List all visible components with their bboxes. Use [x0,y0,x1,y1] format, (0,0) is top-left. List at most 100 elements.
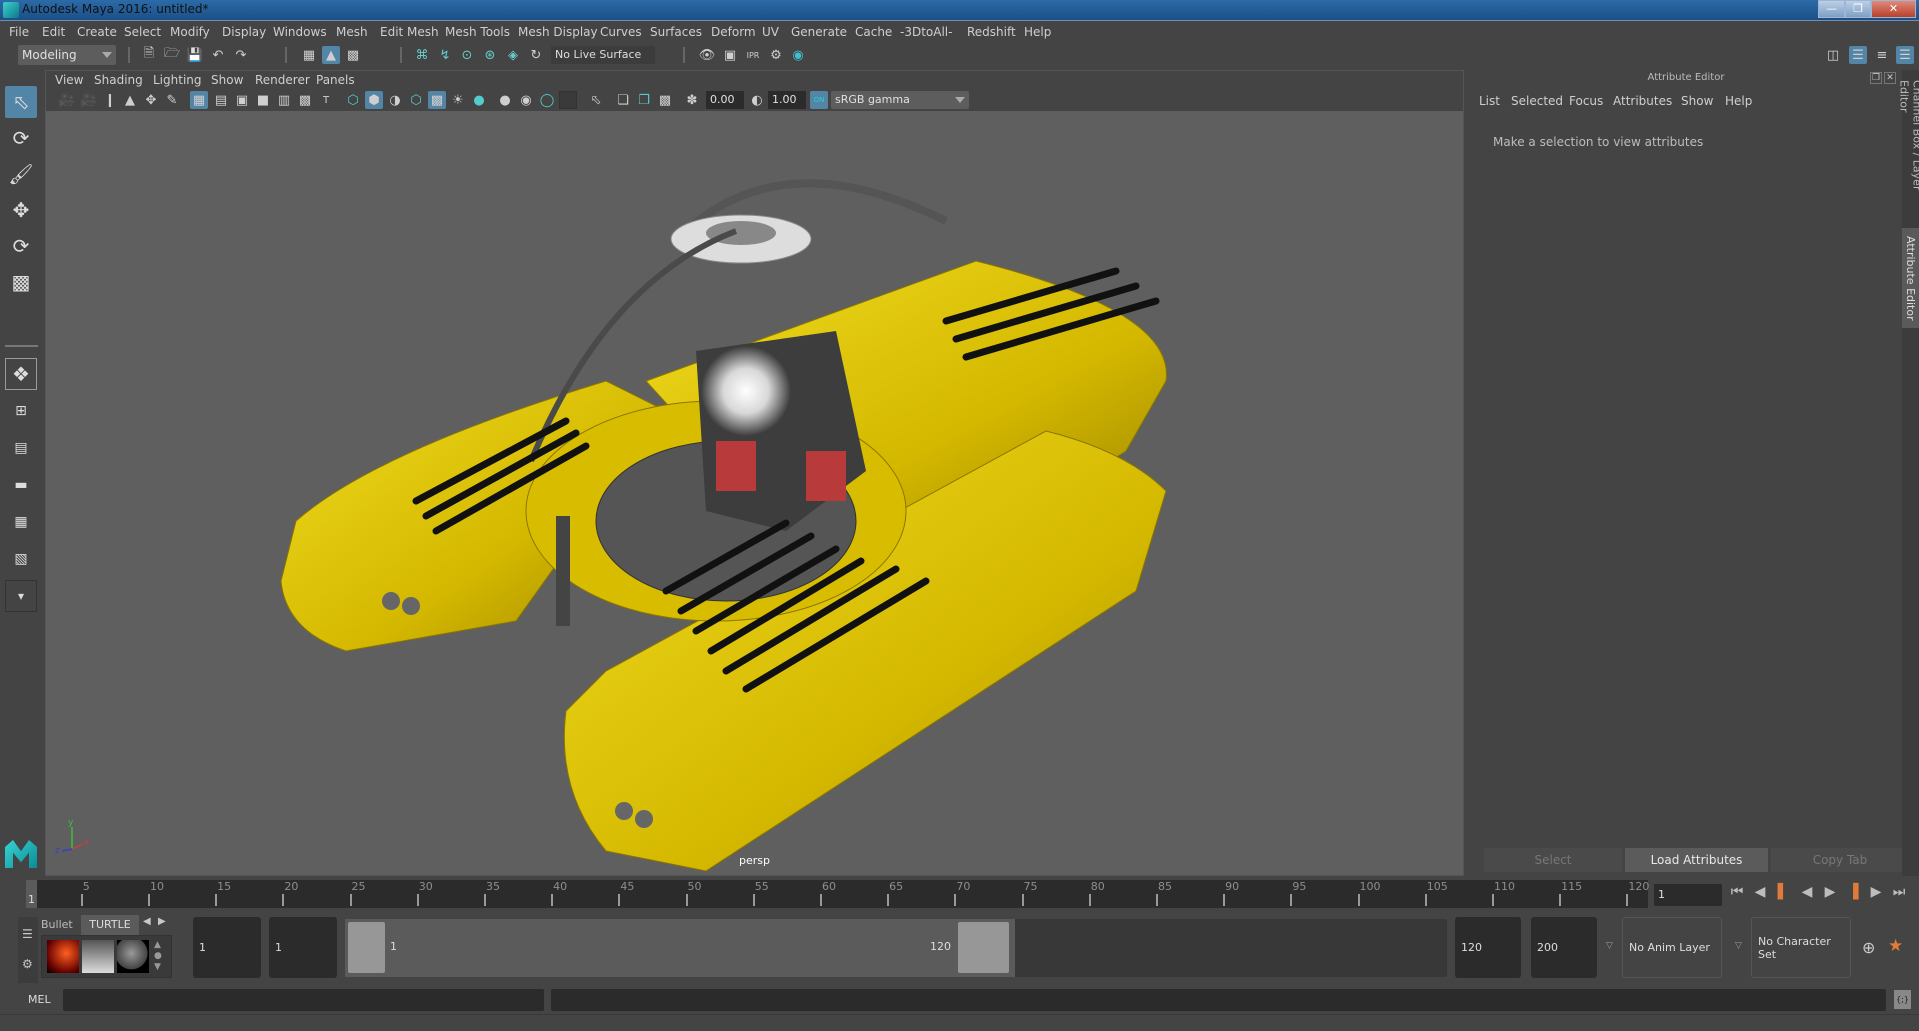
menu-help[interactable]: Help [1024,25,1051,39]
textured-icon[interactable]: ▩ [428,91,446,109]
load-attributes-button[interactable]: Load Attributes [1625,848,1768,872]
tab-channel-box[interactable]: Channel Box / Layer Editor [1898,80,1919,220]
ae-menu-show[interactable]: Show [1681,94,1713,108]
playback-start-field[interactable]: 1 [269,917,337,978]
float-panel-icon[interactable]: ❐ [1870,72,1882,84]
select-by-component-icon[interactable]: ▩ [344,46,362,64]
move-tool-icon[interactable]: ✥ [5,194,37,226]
play-forwards-button[interactable]: ▶ [1822,884,1838,900]
live-surface-field[interactable]: No Live Surface [551,46,655,64]
restore-button[interactable]: ❐ [1845,0,1871,18]
grid-icon[interactable]: ▦ [190,91,208,109]
character-set-selector[interactable]: No Character Set [1751,917,1851,978]
command-language-label[interactable]: MEL [28,993,51,1006]
motion-blur-icon[interactable]: ◉ [517,91,535,109]
depth-of-field-icon[interactable] [559,91,577,109]
snap-curve-icon[interactable]: ↯ [436,46,454,64]
shelf-tab-bullet[interactable]: Bullet [41,915,81,935]
hypershade-persp-layout-icon[interactable]: ▦ [5,506,37,538]
shelf-settings-gear-icon[interactable]: ⚙ [22,957,33,971]
menu-edit[interactable]: Edit [42,25,65,39]
close-button[interactable]: ✕ [1871,0,1916,18]
copy-tab-button[interactable]: Copy Tab [1771,848,1909,872]
xray-joints-icon[interactable]: ❐ [635,91,653,109]
menu-generate[interactable]: Generate [791,25,847,39]
menu-curves[interactable]: Curves [600,25,642,39]
range-start-handle[interactable] [348,922,385,973]
snap-point-icon[interactable]: ⊙ [458,46,476,64]
scale-tool-icon[interactable]: ▩ [5,266,37,298]
menu-deform[interactable]: Deform [711,25,756,39]
minimize-button[interactable]: — [1818,0,1845,18]
playback-end-field[interactable]: 120 [1455,917,1521,978]
turtle-surface-icon[interactable] [117,940,149,973]
turtle-bake-icon[interactable] [47,940,79,973]
lasso-tool-icon[interactable]: ⟳ [5,122,37,154]
menu-cache[interactable]: Cache [855,25,892,39]
rotate-tool-icon[interactable]: ⟳ [5,230,37,262]
safe-title-icon[interactable]: T [317,91,335,109]
shelf-scroll-right-icon[interactable]: ▶ [158,916,166,927]
select-by-hierarchy-icon[interactable]: ▦ [300,46,318,64]
select-by-object-icon[interactable]: ▲ [322,46,340,64]
render-view-icon[interactable]: 👁 [698,46,716,64]
hypershade-icon[interactable]: ◉ [789,46,807,64]
safe-action-icon[interactable]: ▩ [296,91,314,109]
redo-icon[interactable]: ↷ [232,46,250,64]
turtle-render-settings-icon[interactable] [82,940,114,973]
film-gate-icon[interactable]: ▤ [212,91,230,109]
paint-select-tool-icon[interactable]: 🖌 [5,158,37,190]
menu-surfaces[interactable]: Surfaces [650,25,702,39]
time-slider[interactable]: 1 5 10 15 20 25 30 35 40 45 50 55 60 65 70 75 80 85 90 95 1… [26,880,1649,908]
range-end-handle[interactable] [958,922,1009,973]
tab-attribute-editor[interactable]: Attribute Editor [1902,228,1919,328]
menu-select[interactable]: Select [124,25,161,39]
persp-outliner-layout-icon[interactable]: ▤ [5,432,37,464]
vp-menu-show[interactable]: Show [211,73,243,87]
exposure-icon[interactable]: ✽ [683,91,701,109]
menu-uv[interactable]: UV [762,25,779,39]
ae-menu-focus[interactable]: Focus [1569,94,1603,108]
vp-menu-lighting[interactable]: Lighting [153,73,202,87]
bookmark-icon[interactable]: ❙ [101,91,119,109]
render-current-icon[interactable]: ▣ [721,46,739,64]
ae-menu-attributes[interactable]: Attributes [1613,94,1672,108]
menu-mesh[interactable]: Mesh [336,25,368,39]
modeling-toolkit-icon[interactable]: ◫ [1824,46,1842,64]
ae-select-button[interactable]: Select [1484,848,1622,872]
step-back-key-button[interactable]: ▌ [1775,884,1791,900]
vp-menu-shading[interactable]: Shading [94,73,143,87]
wireframe-icon[interactable]: ⬡ [344,91,362,109]
menu-modify[interactable]: Modify [170,25,210,39]
wireframe-on-shaded-icon[interactable]: ⬡ [407,91,425,109]
select-tool-icon[interactable]: ⬁ [5,86,37,118]
menu-create[interactable]: Create [77,25,117,39]
more-layouts-icon[interactable]: ▾ [5,580,37,612]
step-forward-key-button[interactable]: ▐ [1845,884,1861,900]
resolution-gate-icon[interactable]: ▣ [233,91,251,109]
auto-keyframe-icon[interactable]: ⊕ [1862,938,1875,957]
colorspace-dropdown[interactable]: sRGB gamma [831,91,969,109]
four-view-layout-icon[interactable]: ⊞ [5,395,37,427]
select-camera-icon[interactable]: 🎥 [58,91,76,109]
anim-layer-dropdown-icon[interactable]: ▽ [1606,941,1613,951]
default-material-icon[interactable]: ◑ [386,91,404,109]
menu-windows[interactable]: Windows [273,25,327,39]
animation-preferences-icon[interactable]: ★ [1888,936,1903,956]
persp-graph-hypershade-layout-icon[interactable]: ▧ [5,543,37,575]
vp-menu-panels[interactable]: Panels [316,73,355,87]
shelf-scroll-arrows-icon[interactable]: ▲ ● ▼ [154,940,162,973]
use-all-lights-icon[interactable]: ☀ [449,91,467,109]
2d-pan-zoom-icon[interactable]: ✥ [142,91,160,109]
command-input[interactable] [63,989,544,1011]
screen-space-ao-icon[interactable]: ● [496,91,514,109]
menu-file[interactable]: File [9,25,29,39]
gamma-field[interactable]: 1.00 [768,91,806,109]
menu-3dtoall[interactable]: -3DtoAll- [900,25,952,39]
script-editor-icon[interactable]: {;} [1894,990,1911,1009]
go-to-end-button[interactable]: ⏭ [1891,884,1907,900]
play-backwards-button[interactable]: ◀ [1799,884,1815,900]
multisample-aa-icon[interactable]: ◯ [538,91,556,109]
color-management-toggle[interactable]: ON [810,91,828,109]
animation-start-field[interactable]: 1 [193,917,261,978]
